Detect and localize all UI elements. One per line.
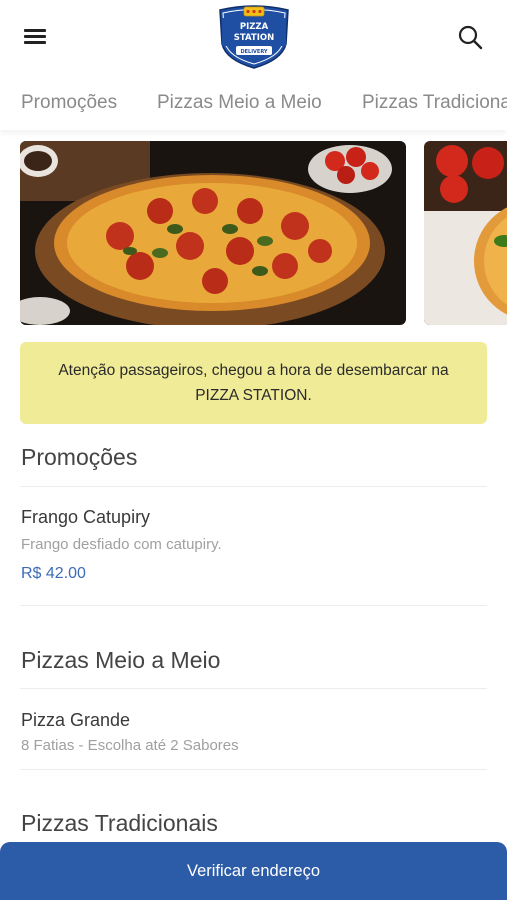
tab-pizzas-tradicionais[interactable]: Pizzas Tradicionais xyxy=(362,92,507,114)
item-description: Frango desfiado com catupiry. xyxy=(21,536,222,553)
tab-promocoes[interactable]: Promoções xyxy=(21,92,117,114)
pepperoni-pizza-banner[interactable] xyxy=(20,141,406,325)
section-title-promocoes: Promoções xyxy=(21,444,138,470)
pizza-station-logo[interactable]: PIZZA STATION DELIVERY xyxy=(216,4,292,70)
tomato-pizza-banner[interactable] xyxy=(424,141,507,325)
app-header: PIZZA STATION DELIVERY xyxy=(0,0,507,78)
hamburger-menu-icon[interactable] xyxy=(22,26,48,46)
menu-item-pizza-grande[interactable]: Pizza Grande 8 Fatias - Escolha até 2 Sa… xyxy=(0,689,507,769)
item-description: 8 Fatias - Escolha até 2 Sabores xyxy=(21,737,239,754)
logo-text-pizza: PIZZA xyxy=(240,22,269,32)
announcement-text: Atenção passageiros, chegou a hora de de… xyxy=(58,362,449,404)
search-icon[interactable] xyxy=(455,22,485,52)
divider xyxy=(20,605,487,606)
category-tabs: Promoções Pizzas Meio a Meio Pizzas Trad… xyxy=(0,78,507,130)
section-title-pizzas-meio-a-meio: Pizzas Meio a Meio xyxy=(21,647,221,673)
divider xyxy=(20,769,487,770)
item-name: Pizza Grande xyxy=(21,710,131,730)
item-name: Frango Catupiry xyxy=(21,507,151,527)
verify-address-label: Verificar endereço xyxy=(187,861,320,880)
tab-pizzas-meio-a-meio[interactable]: Pizzas Meio a Meio xyxy=(157,92,322,114)
logo-text-delivery: DELIVERY xyxy=(240,49,267,55)
banner-carousel xyxy=(0,140,507,326)
logo-text-station: STATION xyxy=(234,33,274,43)
verify-address-button[interactable]: Verificar endereço xyxy=(0,842,507,900)
item-price: R$ 42.00 xyxy=(21,565,86,582)
announcement-banner: Atenção passageiros, chegou a hora de de… xyxy=(20,342,487,424)
menu-item-frango-catupiry[interactable]: Frango Catupiry Frango desfiado com catu… xyxy=(0,487,507,605)
section-title-pizzas-tradicionais: Pizzas Tradicionais xyxy=(21,810,218,836)
